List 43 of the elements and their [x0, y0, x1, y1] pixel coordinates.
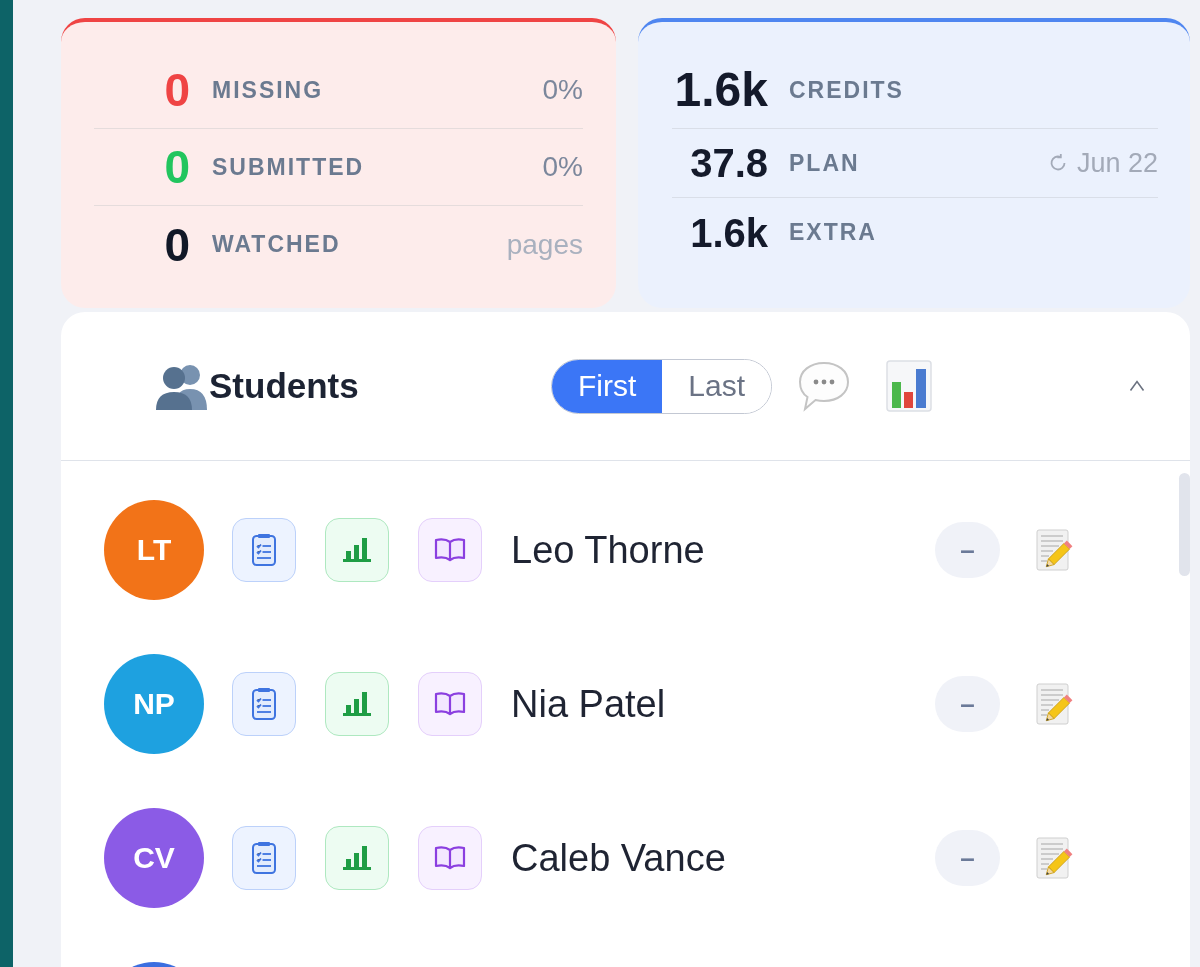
avatar: LT — [104, 500, 204, 600]
credit-label: EXTRA — [789, 219, 877, 246]
score-pill[interactable]: – — [935, 830, 1000, 886]
student-name: Nia Patel — [511, 682, 667, 726]
credit-label: PLAN — [789, 149, 860, 177]
memo-pencil-icon[interactable] — [1035, 682, 1075, 726]
stat-value: 0 — [163, 67, 190, 113]
stat-label: WATCHED — [212, 231, 341, 258]
memo-pencil-icon[interactable] — [1035, 836, 1075, 880]
renewal-date: Jun 22 — [1076, 147, 1158, 179]
stat-percent: 0% — [542, 151, 583, 183]
scrollbar-thumb[interactable] — [1179, 473, 1190, 576]
book-icon[interactable] — [418, 518, 482, 582]
clipboard-icon[interactable] — [232, 826, 296, 890]
memo-pencil-icon[interactable] — [1035, 528, 1075, 572]
stat-percent: 0% — [542, 74, 583, 106]
credit-label: CREDITS — [789, 76, 904, 104]
chevron-up-icon[interactable] — [1129, 380, 1145, 392]
student-name: Caleb Vance — [511, 836, 727, 880]
avatar: CV — [104, 808, 204, 908]
clipboard-icon[interactable] — [232, 518, 296, 582]
credit-value: 1.6k — [673, 66, 768, 114]
stat-label: MISSING — [212, 76, 324, 104]
section-title: Students — [209, 366, 359, 406]
bar-chart-icon[interactable] — [325, 518, 389, 582]
people-icon — [155, 362, 209, 410]
avatar: NP — [104, 654, 204, 754]
bar-chart-icon[interactable] — [886, 360, 933, 412]
sort-toggle-option[interactable]: First — [552, 359, 663, 413]
stat-value: 0 — [163, 221, 190, 268]
score-pill[interactable]: – — [935, 676, 1000, 732]
credit-value: 1.6k — [689, 212, 768, 253]
stat-label: SUBMITTED — [212, 153, 365, 181]
stat-value: 0 — [163, 144, 190, 190]
bar-chart-icon[interactable] — [325, 672, 389, 736]
credit-value: 37.8 — [689, 143, 768, 183]
student-name: Leo Thorne — [511, 528, 706, 572]
bar-chart-icon[interactable] — [325, 826, 389, 890]
book-icon[interactable] — [418, 672, 482, 736]
clipboard-icon[interactable] — [232, 672, 296, 736]
stat-unit: pages — [506, 228, 583, 261]
score-pill[interactable]: – — [935, 522, 1000, 578]
book-icon[interactable] — [418, 826, 482, 890]
